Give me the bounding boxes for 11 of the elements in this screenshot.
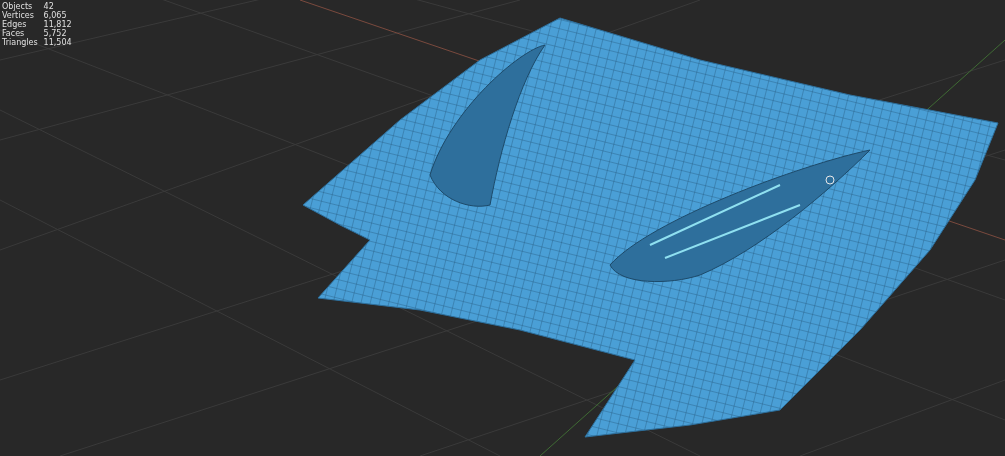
stat-value: 11,812: [43, 20, 72, 29]
stat-label: Faces: [2, 29, 25, 38]
stat-label: Edges: [2, 20, 28, 29]
stat-label: Vertices: [2, 11, 35, 20]
stat-label: Triangles: [2, 38, 38, 47]
stat-value: 11,504: [43, 38, 72, 47]
stat-value: 5,752: [43, 29, 68, 38]
stat-label: Objects: [2, 2, 33, 11]
stat-value: 6,065: [43, 11, 68, 20]
3d-cursor-icon: [825, 175, 835, 185]
stat-value: 42: [43, 2, 55, 11]
